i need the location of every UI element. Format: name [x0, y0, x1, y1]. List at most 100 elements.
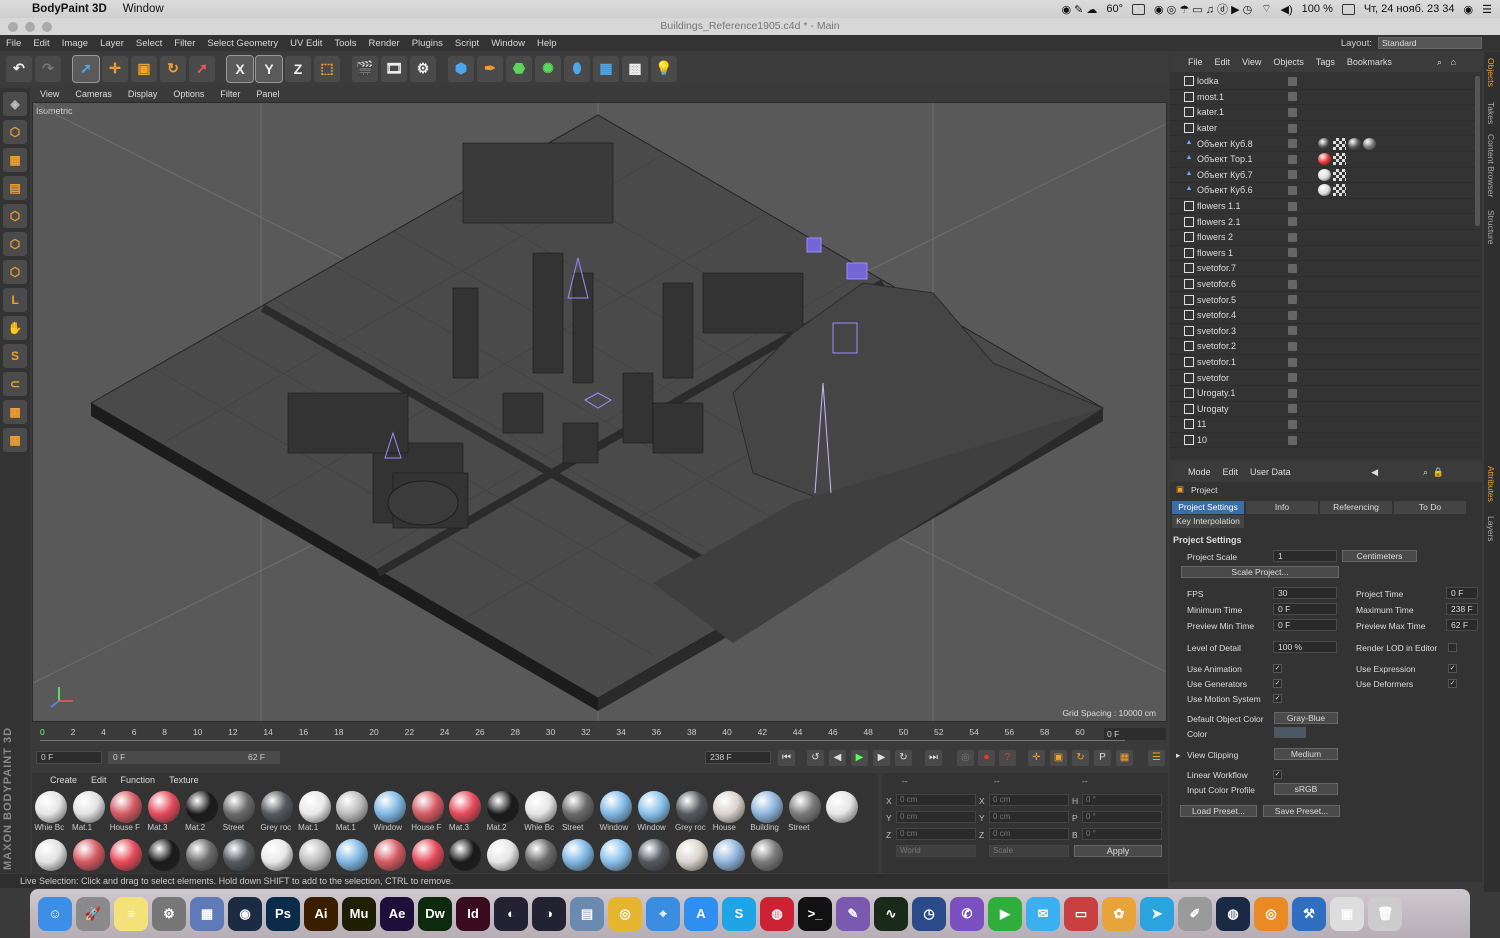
object-row[interactable]: 10 [1170, 433, 1480, 449]
tab-to-do[interactable]: To Do [1394, 501, 1466, 514]
fps-field[interactable]: 30 [1273, 587, 1337, 599]
object-row[interactable]: svetofor.6 [1170, 277, 1480, 293]
light-icon[interactable]: 💡 [651, 55, 677, 82]
cloner-icon[interactable]: ✺ [535, 55, 561, 82]
visibility-toggle[interactable] [1288, 341, 1297, 351]
size-y-field[interactable]: 0 cm [989, 811, 1069, 823]
render-lod-checkbox[interactable] [1448, 643, 1457, 652]
material-menu-texture[interactable]: Texture [169, 775, 199, 785]
om-menu-edit[interactable]: Edit [1215, 57, 1231, 67]
material-swatch[interactable]: House [710, 791, 748, 839]
rot-p-field[interactable]: 0 ° [1082, 811, 1162, 823]
material-swatch[interactable]: Grey roc [673, 791, 711, 839]
visibility-toggle[interactable] [1288, 154, 1297, 164]
pen-spline-icon[interactable]: ✒ [477, 55, 503, 82]
material-swatch[interactable]: Mat.1 [334, 791, 372, 839]
visibility-toggle[interactable] [1288, 217, 1297, 227]
object-row[interactable]: 11 [1170, 417, 1480, 433]
material-swatch[interactable]: Grey roc [258, 791, 296, 839]
cinema4d-icon[interactable]: ◉ [228, 896, 262, 931]
next-frame-icon[interactable]: ▶ [873, 750, 890, 766]
layout-dropdown[interactable]: Standard [1378, 37, 1482, 49]
coordinate-system-icon[interactable]: ⬚ [314, 55, 340, 82]
xcode-icon[interactable]: ⚒ [1292, 896, 1326, 931]
play-forward-icon[interactable]: ▶ [851, 750, 868, 766]
deformer-icon[interactable]: ⬮ [564, 55, 590, 82]
om-menu-bookmarks[interactable]: Bookmarks [1347, 57, 1392, 67]
subdivision-icon[interactable]: ⬣ [506, 55, 532, 82]
clock[interactable]: Чт, 24 нояб. 23 34 [1364, 3, 1455, 15]
om-menu-file[interactable]: File [1188, 57, 1203, 67]
menu-uv-edit[interactable]: UV Edit [284, 38, 328, 49]
scale-icon[interactable]: ▣ [131, 55, 157, 82]
viewport-menu-display[interactable]: Display [120, 89, 166, 99]
battery-readout[interactable]: 100 % [1302, 3, 1333, 15]
material-tag-icon[interactable] [1333, 153, 1346, 166]
object-row[interactable]: kater [1170, 121, 1480, 137]
material-swatch[interactable]: Street [560, 791, 598, 839]
viewport-menu-filter[interactable]: Filter [212, 89, 248, 99]
rotate-icon[interactable]: ↻ [160, 55, 186, 82]
camera-icon[interactable]: ▩ [622, 55, 648, 82]
object-row[interactable]: svetofor.3 [1170, 324, 1480, 340]
record-keys-icon[interactable]: ◎ [957, 750, 974, 766]
after-effects-icon[interactable]: Ae [380, 896, 414, 931]
preview-min-field[interactable]: 0 F [1273, 619, 1337, 631]
battery-icon[interactable] [1341, 3, 1355, 15]
current-frame-field[interactable]: 0 F [1104, 728, 1166, 740]
material-menu-function[interactable]: Function [121, 775, 156, 785]
workplane-icon[interactable]: ▤ [3, 176, 27, 200]
side-tab-takes[interactable]: Takes [1486, 102, 1496, 124]
volume-icon[interactable]: ◀) [1281, 3, 1293, 16]
visibility-toggle[interactable] [1288, 373, 1297, 383]
menu-file[interactable]: File [0, 38, 27, 49]
app-store-icon[interactable]: A [684, 896, 718, 931]
attr-menu-user-data[interactable]: User Data [1250, 467, 1291, 477]
object-row[interactable]: svetofor.2 [1170, 339, 1480, 355]
facetime-icon[interactable]: ▶ [988, 896, 1022, 931]
key-rotation-icon[interactable]: ↻ [1072, 750, 1089, 766]
illustrator-icon[interactable]: Ai [304, 896, 338, 931]
project-time-field[interactable]: 0 F [1446, 587, 1478, 599]
save-preset-button[interactable]: Save Preset... [1263, 805, 1340, 817]
viewport-menu-cameras[interactable]: Cameras [67, 89, 120, 99]
side-tab-structure[interactable]: Structure [1486, 210, 1496, 245]
visibility-toggle[interactable] [1288, 357, 1297, 367]
key-pla-icon[interactable]: ▦ [1116, 750, 1133, 766]
misc-status-icons[interactable]: ◉ ◎ ☂ ▭ ♫ ⓓ ▶ ◷ [1154, 1, 1252, 17]
material-swatch[interactable]: Mat.2 [183, 791, 221, 839]
coordinate-mode-dropdown[interactable]: Scale [989, 845, 1069, 857]
visibility-toggle[interactable] [1288, 107, 1297, 117]
object-row[interactable]: flowers 1 [1170, 246, 1480, 262]
object-row[interactable]: lodka [1170, 74, 1480, 90]
attr-menu-mode[interactable]: Mode [1188, 467, 1211, 477]
cube-icon[interactable]: ⬢ [448, 55, 474, 82]
c4d-r20-icon[interactable]: ◑ [532, 896, 566, 931]
menu-filter[interactable]: Filter [168, 38, 201, 49]
texture-mode-icon[interactable]: ▦ [3, 148, 27, 172]
photo-booth-icon[interactable]: ◍ [760, 896, 794, 931]
material-menu-create[interactable]: Create [50, 775, 77, 785]
model-mode-icon[interactable]: ⬡ [3, 120, 27, 144]
notes-icon[interactable]: ≡ [114, 896, 148, 931]
object-row[interactable]: flowers 1.1 [1170, 199, 1480, 215]
attr-back-icon[interactable]: ◀ [1371, 467, 1378, 478]
rot-b-field[interactable]: 0 ° [1082, 828, 1162, 840]
wifi-icon[interactable]: ⌔ [1261, 2, 1271, 16]
om-home-icon[interactable]: ⌂ [1451, 57, 1456, 67]
redo-icon[interactable]: ↷ [35, 55, 61, 82]
render-picture-viewer-icon[interactable]: 🎞 [381, 55, 407, 82]
viewport-menu-options[interactable]: Options [165, 89, 212, 99]
edges-mode-icon[interactable]: ⬡ [3, 232, 27, 256]
indesign-icon[interactable]: Id [456, 896, 490, 931]
object-row[interactable]: svetofor [1170, 370, 1480, 386]
visibility-toggle[interactable] [1288, 248, 1297, 258]
material-swatch[interactable]: Window [371, 791, 409, 839]
app-menu-name[interactable]: BodyPaint 3D [32, 3, 107, 15]
visibility-toggle[interactable] [1288, 404, 1297, 414]
dreamweaver-icon[interactable]: Dw [418, 896, 452, 931]
minimize-window-button[interactable] [25, 22, 35, 32]
menu-select[interactable]: Select [130, 38, 168, 49]
scale-project-button[interactable]: Scale Project... [1181, 566, 1339, 578]
trash-icon[interactable]: 🗑 [1368, 896, 1402, 931]
